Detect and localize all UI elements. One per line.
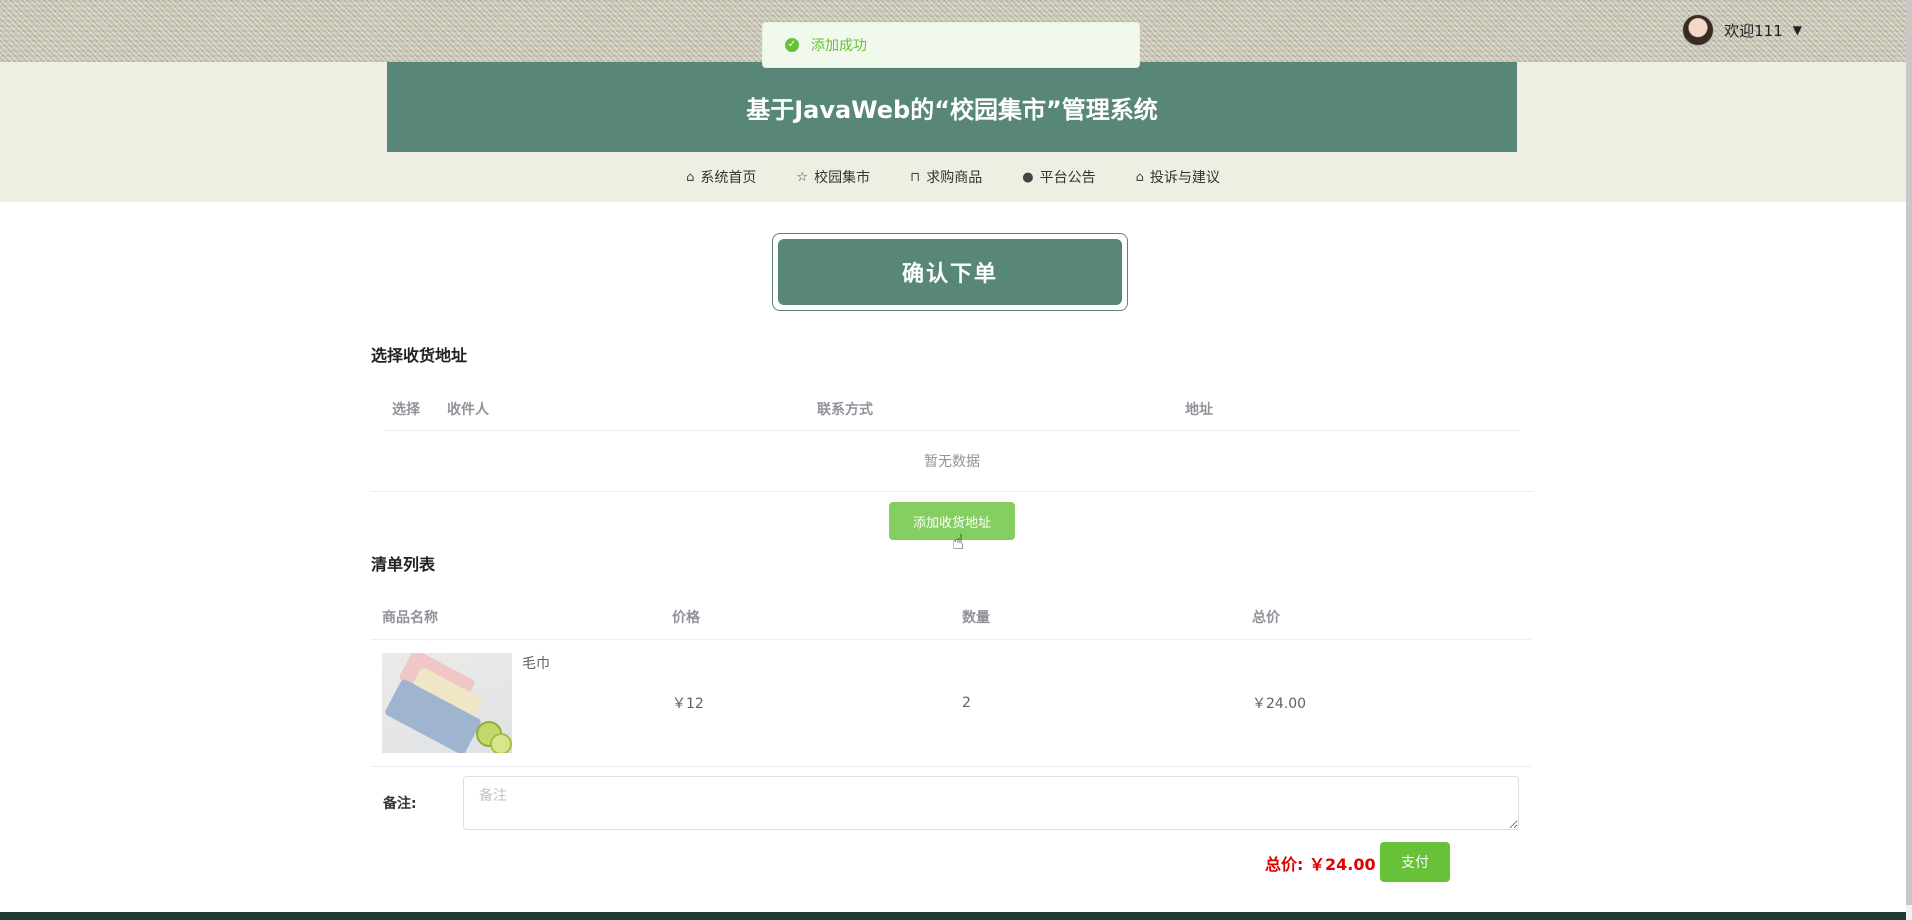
list-table-header: 商品名称 价格 数量 总价 (371, 595, 1531, 640)
caret-down-icon[interactable]: ▼ (1793, 23, 1802, 37)
empty-state: 暂无数据 (370, 431, 1534, 492)
product-cell: 毛巾 (371, 653, 661, 753)
scrollbar-thumb[interactable] (1906, 0, 1912, 905)
check-circle-icon: ✓ (785, 38, 799, 52)
total-value: ￥24.00 (1308, 855, 1376, 874)
nav-label: 平台公告 (1039, 170, 1096, 186)
product-price: ￥12 (672, 696, 704, 712)
home-icon: ⌂ (686, 169, 695, 185)
nav-item-feedback[interactable]: ⌂ 投诉与建议 (1136, 167, 1220, 187)
remark-input[interactable] (463, 776, 1519, 830)
total-label: 总价: (1265, 855, 1304, 874)
confirm-heading-box: 确认下单 (778, 239, 1122, 305)
col-header: 价格 (672, 610, 700, 626)
success-toast: ✓ 添加成功 (762, 22, 1140, 68)
address-section-title: 选择收货地址 (371, 346, 468, 365)
main-nav: ⌂ 系统首页 ☆ 校园集市 ⊓ 求购商品 ● 平台公告 ⌂ 投诉与建议 (0, 160, 1906, 194)
nav-item-market[interactable]: ☆ 校园集市 (796, 167, 870, 187)
col-header: 地址 (1185, 402, 1213, 418)
col-header: 选择 (392, 402, 420, 418)
toast-message: 添加成功 (811, 38, 867, 54)
product-name: 毛巾 (522, 656, 550, 672)
col-header: 收件人 (447, 402, 489, 418)
nav-item-home[interactable]: ⌂ 系统首页 (686, 167, 756, 187)
order-total: 总价: ￥24.00 (1265, 851, 1376, 875)
nav-label: 校园集市 (814, 170, 871, 186)
order-list-table: 商品名称 价格 数量 总价 毛巾 ￥12 2 ￥24.00 (371, 595, 1531, 767)
welcome-text[interactable]: 欢迎111 (1724, 20, 1783, 41)
nav-label: 求购商品 (926, 170, 983, 186)
address-table: 选择 收件人 联系方式 地址 暂无数据 (370, 388, 1534, 492)
nav-label: 投诉与建议 (1149, 170, 1220, 186)
site-title-box: 基于JavaWeb的“校园集市”管理系统 (387, 62, 1517, 152)
remark-row: 备注: (383, 775, 1520, 831)
bag-icon: ⊓ (910, 169, 921, 185)
col-header: 总价 (1252, 610, 1280, 626)
table-row: 毛巾 ￥12 2 ￥24.00 (371, 640, 1531, 767)
product-image (382, 653, 512, 753)
star-icon: ☆ (796, 169, 809, 185)
confirm-heading-frame: 确认下单 (772, 233, 1128, 311)
product-total: ￥24.00 (1252, 696, 1307, 712)
user-menu[interactable]: 欢迎111 ▼ (1682, 14, 1802, 46)
pay-button[interactable]: 支付 (1380, 842, 1450, 882)
col-header: 商品名称 (382, 610, 438, 626)
footer-bar (0, 912, 1906, 920)
address-table-header: 选择 收件人 联系方式 地址 (384, 388, 1520, 431)
home-icon: ⌂ (1135, 169, 1144, 185)
nav-item-wanted[interactable]: ⊓ 求购商品 (910, 167, 982, 187)
info-icon: ● (1022, 169, 1034, 185)
list-section-title: 清单列表 (371, 555, 436, 574)
col-header: 联系方式 (817, 402, 873, 418)
nav-label: 系统首页 (700, 170, 757, 186)
avatar[interactable] (1682, 14, 1715, 46)
remark-label: 备注: (383, 796, 417, 812)
product-quantity: 2 (962, 695, 971, 711)
site-title: 基于JavaWeb的“校园集市”管理系统 (746, 95, 1158, 124)
page-title: 确认下单 (901, 262, 998, 287)
pointer-cursor-icon: ☝ (952, 530, 965, 554)
col-header: 数量 (962, 610, 990, 626)
nav-item-notice[interactable]: ● 平台公告 (1022, 167, 1095, 187)
